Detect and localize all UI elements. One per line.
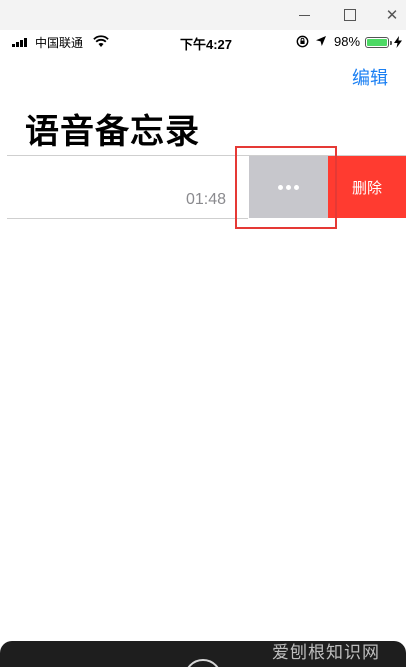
close-icon[interactable]: ✕ [379, 4, 405, 26]
delete-button-label: 删除 [351, 179, 382, 197]
battery-percent: 98% [334, 34, 361, 49]
ellipsis-icon [278, 184, 299, 190]
signal-icon [12, 38, 27, 47]
status-bar: 中国联通 下午4:27 98% [0, 30, 406, 54]
window-titlebar: ✕ [0, 0, 406, 30]
list-bottom-divider [7, 218, 248, 219]
carrier-label: 中国联通 [35, 36, 84, 50]
page-title: 语音备忘录 [25, 113, 200, 151]
status-time: 下午4:27 [180, 37, 233, 52]
battery-icon [365, 37, 392, 48]
location-arrow-icon [316, 36, 326, 46]
edit-button[interactable]: 编辑 [352, 64, 388, 90]
watermark-text: 爱刨根知识网 [272, 643, 380, 662]
battery-level-fill [367, 39, 387, 46]
delete-button[interactable]: 删除 [328, 156, 406, 218]
minimize-icon[interactable] [291, 4, 317, 26]
charging-bolt-icon [394, 36, 402, 48]
recording-duration: 01:48 [186, 191, 227, 208]
maximize-icon[interactable] [336, 4, 362, 26]
rotation-lock-icon [296, 35, 309, 48]
more-actions-button[interactable] [249, 156, 328, 218]
wifi-icon [93, 35, 109, 47]
